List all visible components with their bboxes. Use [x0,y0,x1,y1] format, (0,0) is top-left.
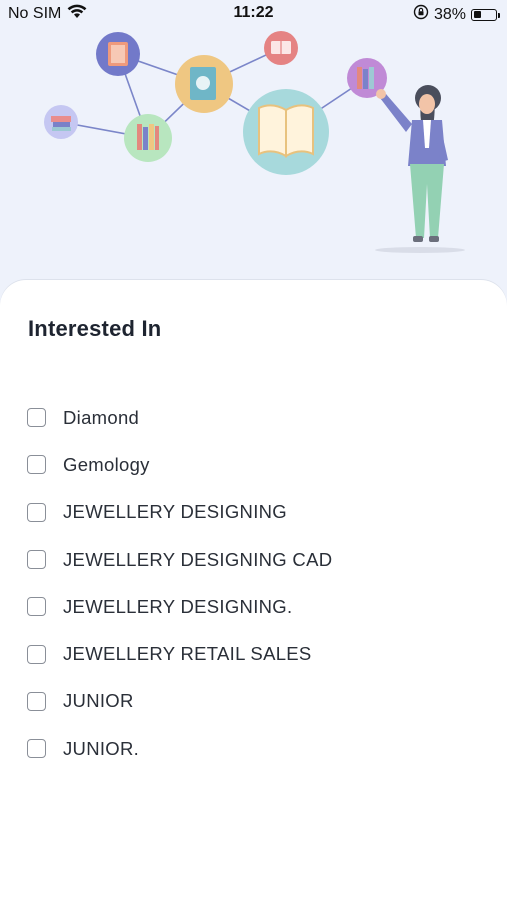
checkbox[interactable] [27,644,46,664]
status-bar: No SIM 11:22 38% [0,0,507,28]
interest-option[interactable]: JEWELLERY RETAIL SALES [27,630,332,677]
checkbox[interactable] [27,550,46,570]
checkbox[interactable] [27,597,46,617]
status-right: 38% [413,4,500,25]
interest-option[interactable]: JEWELLERY DESIGNING CAD [27,536,332,583]
checkbox[interactable] [27,691,46,711]
interest-option[interactable]: Diamond [27,394,332,441]
books-icon [96,32,140,76]
interest-option[interactable]: JEWELLERY DESIGNING [27,489,332,536]
teacher-figure [375,85,465,253]
battery-percent: 38% [433,5,466,23]
orientation-lock-icon [413,4,429,25]
open-book-icon [243,89,329,175]
interest-option[interactable]: JUNIOR. [27,725,332,772]
option-label: JEWELLERY DESIGNING. [63,595,293,617]
books-icon [175,55,233,113]
books-icon [44,105,78,139]
section-title: Interested In [28,316,162,341]
option-label: JEWELLERY DESIGNING [63,501,287,523]
option-label: JUNIOR. [63,737,140,759]
interest-option[interactable]: JEWELLERY DESIGNING. [27,583,332,630]
checkbox[interactable] [27,408,46,428]
option-label: Diamond [63,406,140,428]
header-illustration [0,28,507,283]
books-icon [264,31,298,65]
interest-options-list: Diamond Gemology JEWELLERY DESIGNING JEWELL… [27,394,332,772]
interest-sheet: Interested In Diamond Gemology JEWELLERY D… [0,280,507,920]
checkbox[interactable] [27,739,46,759]
option-label: JEWELLERY RETAIL SALES [63,643,312,665]
checkbox[interactable] [27,502,46,522]
option-label: Gemology [63,453,150,475]
interest-option[interactable]: JUNIOR [27,678,332,725]
battery-icon [471,8,500,21]
option-label: JUNIOR [63,690,134,712]
battery-fill [473,11,482,18]
option-label: JEWELLERY DESIGNING CAD [63,548,333,570]
books-icon [124,114,172,162]
interest-option[interactable]: Gemology [27,441,332,488]
checkbox[interactable] [27,455,46,475]
